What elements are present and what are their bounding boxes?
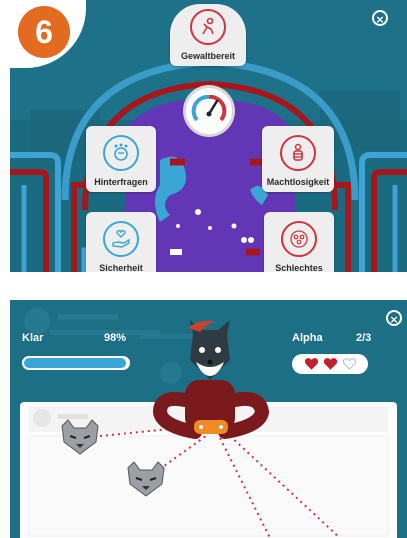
step-number: 6 — [18, 6, 70, 58]
alpha-count: 2/3 — [356, 332, 372, 344]
node-machtlosigkeit[interactable]: Machtlosigkeit — [262, 126, 334, 192]
hand-heart-icon — [103, 221, 139, 257]
node-sicherheit[interactable]: Sicherheit — [86, 212, 156, 272]
group-icon — [281, 221, 317, 257]
alpha-hearts — [292, 354, 368, 374]
node-label: Gewaltbereit — [180, 51, 236, 61]
close-icon[interactable]: × — [372, 10, 388, 26]
heart-icon — [323, 355, 337, 374]
game-scene — [10, 300, 407, 538]
heart-icon — [342, 355, 356, 374]
alpha-label: Alpha — [292, 332, 323, 344]
node-label: Machtlosigkeit — [266, 177, 330, 187]
node-label: Sicherheit — [99, 263, 143, 272]
node-gewaltbereit[interactable]: Gewaltbereit — [170, 4, 246, 66]
close-icon[interactable]: × — [386, 310, 402, 326]
klar-percent: 98% — [104, 332, 127, 344]
gauge-icon — [186, 88, 232, 134]
klar-label: Klar — [22, 332, 44, 344]
thinking-head-icon — [103, 135, 139, 171]
figure-icon — [190, 9, 226, 45]
node-hinterfragen[interactable]: Hinterfragen — [86, 126, 156, 192]
klar-progress-fill — [24, 358, 126, 368]
node-schlechtes[interactable]: Schlechtes — [264, 212, 334, 272]
heart-icon — [304, 355, 318, 374]
node-label: Schlechtes — [275, 263, 323, 272]
klar-progress-bar — [22, 356, 130, 370]
top-panel: 6 × Gewaltbereit Hinterfragen Machtlosig… — [10, 0, 407, 272]
bound-person-icon — [280, 135, 316, 171]
bottom-panel: × Klar 98% Alpha 2/3 — [10, 300, 407, 538]
node-label: Hinterfragen — [94, 177, 148, 187]
